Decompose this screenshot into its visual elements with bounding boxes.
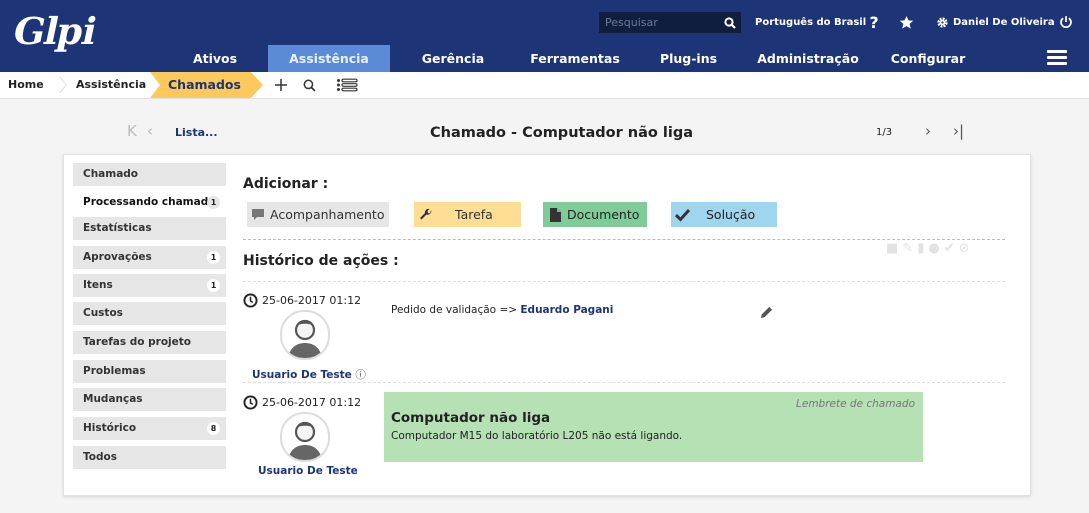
sidebar-item-itens[interactable]: Itens 1 (73, 274, 226, 297)
menu-ferramentas[interactable]: Ferramentas (520, 45, 630, 72)
list-icon (337, 78, 358, 92)
reminder-label: Lembrete de chamado (796, 398, 915, 410)
history-heading: Histórico de ações : (243, 253, 399, 269)
count-badge: 1 (207, 196, 220, 209)
help-button[interactable]: ? (864, 11, 884, 33)
timeline-filter-icons[interactable]: ■ ✎ ▮ ● ✔ ⊘ (886, 241, 1006, 257)
ticket-title: Computador não liga (391, 410, 551, 426)
count-badge: 1 (207, 251, 220, 264)
chevron-right-icon (59, 76, 67, 94)
timeline-divider (243, 281, 1005, 282)
check-icon (675, 208, 690, 222)
user-link[interactable]: Usuario De Teste (258, 465, 358, 477)
user-link[interactable]: Usuario De Teste ⓘ (252, 367, 366, 382)
search-icon (303, 79, 316, 92)
file-icon[interactable]: ▮ (917, 241, 924, 257)
gear-icon (937, 17, 948, 28)
sidebar-item-mudancas[interactable]: Mudanças (73, 388, 226, 411)
section-divider (243, 239, 1005, 240)
sidebar-item-problemas[interactable]: Problemas (73, 360, 226, 383)
comment-icon (252, 208, 264, 220)
sidebar-item-estatisticas[interactable]: Estatísticas (73, 217, 226, 240)
star-icon (899, 15, 913, 29)
file-icon (550, 207, 561, 222)
add-followup-button[interactable]: Acompanhamento (247, 202, 389, 227)
menu-plugins[interactable]: Plug-ins (651, 45, 726, 72)
glpi-logo[interactable]: Glpi (9, 9, 100, 53)
sidebar-item-todos[interactable]: Todos (73, 446, 226, 469)
question-icon: ? (869, 12, 879, 32)
user-avatar-icon (288, 319, 322, 358)
favorites-button[interactable] (896, 11, 916, 33)
comment-icon[interactable]: ■ (886, 241, 898, 257)
last-page-icon[interactable]: ›| (953, 122, 964, 140)
validation-request-text: Pedido de validação => Eduardo Pagani (391, 304, 614, 316)
menu-configurar[interactable]: Configurar (883, 45, 973, 72)
pencil-icon (760, 306, 773, 319)
breadcrumb-chamados[interactable]: Chamados (150, 72, 263, 98)
info-icon[interactable]: ⓘ (355, 369, 366, 381)
search-icon (724, 16, 736, 29)
add-solution-button[interactable]: Solução (671, 202, 777, 227)
previous-page-icon[interactable]: ‹ (147, 122, 153, 140)
search-input[interactable]: Pesquisar (599, 12, 719, 33)
menu-administracao[interactable]: Administração (748, 45, 868, 72)
add-heading: Adicionar : (243, 176, 329, 192)
menu-gerencia[interactable]: Gerência (408, 45, 498, 72)
page-title: Chamado - Computador não liga (430, 125, 693, 141)
wrench-icon (420, 208, 432, 219)
next-page-icon[interactable]: › (925, 122, 931, 140)
menu-ativos[interactable]: Ativos (180, 45, 250, 72)
timeline-date: 25-06-2017 01:12 (243, 293, 361, 308)
edit-button[interactable] (760, 304, 773, 323)
count-badge: 8 (207, 422, 220, 435)
hamburger-menu-icon[interactable] (1047, 50, 1067, 66)
list-view-button[interactable] (334, 76, 360, 94)
validator-link[interactable]: Eduardo Pagani (520, 304, 613, 316)
validation-icon[interactable]: ● (928, 241, 939, 257)
sidebar-item-tarefas-projeto[interactable]: Tarefas do projeto (73, 331, 226, 354)
logout-button[interactable] (1056, 11, 1076, 33)
language-link[interactable]: Português do Brasil (755, 12, 866, 33)
count-badge: 1 (207, 279, 220, 292)
pager-count: 1/3 (876, 127, 893, 138)
ticket-content: Computador M15 do laboratório L205 não e… (391, 430, 683, 442)
sidebar-item-processando[interactable]: Processando chamado 1 (73, 191, 226, 214)
wrench-icon[interactable]: ✎ (902, 241, 913, 257)
breadcrumb-assistencia[interactable]: Assistência (76, 72, 146, 98)
clock-icon (243, 293, 258, 308)
user-avatar-icon (288, 421, 322, 460)
avatar (280, 412, 330, 462)
breadcrumb-home[interactable]: Home (8, 72, 44, 98)
timeline-date: 25-06-2017 01:12 (243, 395, 361, 410)
ticket-description-card[interactable]: Lembrete de chamado Computador não liga … (384, 392, 923, 462)
add-button[interactable] (272, 76, 290, 94)
add-document-button[interactable]: Documento (543, 202, 647, 227)
user-name: Daniel De Oliveira (953, 17, 1055, 28)
first-page-icon[interactable]: K (127, 122, 137, 140)
power-icon (1060, 16, 1072, 29)
timeline-divider (243, 382, 1005, 383)
add-task-button[interactable]: Tarefa (414, 202, 521, 227)
clock-icon (243, 395, 258, 410)
avatar (280, 310, 330, 360)
search-button[interactable] (719, 12, 741, 33)
plus-icon (275, 79, 287, 91)
cancel-icon[interactable]: ⊘ (959, 241, 970, 257)
sidebar-item-chamado[interactable]: Chamado (73, 163, 226, 186)
sidebar-item-custos[interactable]: Custos (73, 302, 226, 325)
menu-assistencia[interactable]: Assistência (268, 45, 390, 72)
list-link[interactable]: Lista... (175, 126, 218, 139)
sidebar-item-historico[interactable]: Histórico 8 (73, 417, 226, 440)
check-icon[interactable]: ✔ (944, 241, 955, 257)
sidebar-item-aprovacoes[interactable]: Aprovações 1 (73, 246, 226, 269)
user-menu[interactable]: Daniel De Oliveira (936, 12, 1055, 33)
search-tool-button[interactable] (300, 76, 318, 94)
